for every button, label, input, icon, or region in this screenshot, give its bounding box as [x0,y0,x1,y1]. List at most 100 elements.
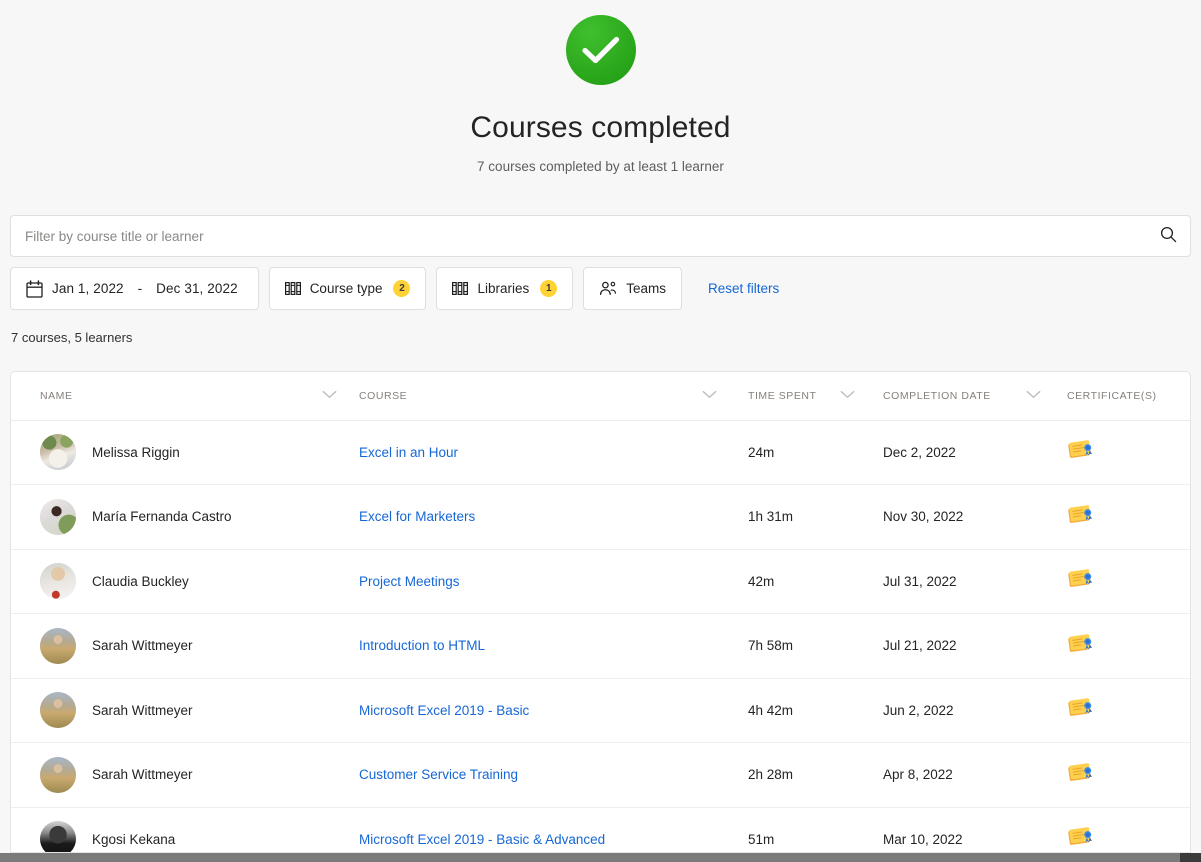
books-icon [284,281,301,296]
filter-bar: Jan 1, 2022 - Dec 31, 2022 Course type 2… [10,267,779,310]
table-header-row: NAME COURSE TIME SPENT COMPLETION DATE C… [11,372,1190,421]
course-type-filter-count: 2 [393,280,411,297]
chevron-down-icon[interactable] [322,390,337,402]
table-row[interactable]: Sarah Wittmeyer Introduction to HTML 7h … [11,613,1190,679]
cell-time-spent: 24m [729,420,867,485]
cell-name: Sarah Wittmeyer [11,613,349,679]
cell-time-spent: 51m [729,807,867,852]
teams-filter[interactable]: Teams [583,267,683,310]
cell-certificate [1053,807,1190,852]
certificate-icon[interactable] [1067,697,1095,719]
column-header-completion-date[interactable]: COMPLETION DATE [867,372,1053,421]
table-row[interactable]: Claudia Buckley Project Meetings 42m Jul… [11,549,1190,614]
course-type-filter[interactable]: Course type 2 [268,267,427,310]
cell-certificate [1053,678,1190,743]
cell-completion-date: Mar 10, 2022 [867,807,1053,852]
search-button[interactable] [1146,216,1190,256]
courses-table-card: NAME COURSE TIME SPENT COMPLETION DATE C… [10,371,1191,853]
table-row[interactable]: María Fernanda Castro Excel for Marketer… [11,484,1190,550]
people-icon [599,281,617,296]
page-title: Courses completed [470,111,731,144]
table-row[interactable]: Sarah Wittmeyer Microsoft Excel 2019 - B… [11,678,1190,743]
cell-time-spent: 1h 31m [729,484,867,550]
chevron-down-icon[interactable] [1026,390,1041,402]
certificate-icon[interactable] [1067,504,1095,526]
avatar [40,434,76,471]
cell-time-spent: 42m [729,549,867,614]
column-header-certificates: CERTIFICATE(S) [1053,372,1190,421]
cell-name: Sarah Wittmeyer [11,742,349,808]
column-header-time-spent-label: TIME SPENT [748,389,817,402]
horizontal-scrollbar[interactable] [0,853,1201,862]
libraries-filter-count: 1 [540,280,558,297]
courses-table: NAME COURSE TIME SPENT COMPLETION DATE C… [11,372,1190,852]
date-range-filter[interactable]: Jan 1, 2022 - Dec 31, 2022 [10,267,259,310]
search-input[interactable] [11,216,1146,256]
certificate-icon[interactable] [1067,633,1095,655]
table-row[interactable]: Kgosi Kekana Microsoft Excel 2019 - Basi… [11,807,1190,852]
cell-name: Melissa Riggin [11,420,349,485]
column-header-certificates-label: CERTIFICATE(S) [1067,389,1157,402]
column-header-name-label: NAME [40,389,73,402]
libraries-filter[interactable]: Libraries 1 [436,267,574,310]
courses-completed-page: Courses completed 7 courses completed by… [0,0,1201,862]
cell-time-spent: 2h 28m [729,742,867,808]
cell-name: Sarah Wittmeyer [11,678,349,743]
column-header-completion-date-label: COMPLETION DATE [883,389,991,402]
learner-name: Kgosi Kekana [92,831,176,847]
learner-name: Claudia Buckley [92,573,189,589]
avatar [40,756,76,793]
cell-name: María Fernanda Castro [11,484,349,550]
hero-section: Courses completed 7 courses completed by… [0,0,1201,174]
cell-course: Project Meetings [349,549,729,614]
cell-course: Excel in an Hour [349,420,729,485]
cell-completion-date: Nov 30, 2022 [867,484,1053,550]
certificate-icon[interactable] [1067,826,1095,848]
learner-name: Melissa Riggin [92,444,180,460]
cell-certificate [1053,742,1190,808]
table-row[interactable]: Sarah Wittmeyer Customer Service Trainin… [11,742,1190,808]
avatar [40,692,76,729]
cell-certificate [1053,420,1190,485]
page-subtitle: 7 courses completed by at least 1 learne… [477,159,724,174]
cell-course: Customer Service Training [349,742,729,808]
course-link[interactable]: Introduction to HTML [359,638,485,653]
learner-name: Sarah Wittmeyer [92,638,193,654]
cell-completion-date: Jul 31, 2022 [867,549,1053,614]
chevron-down-icon[interactable] [702,390,717,402]
course-link[interactable]: Excel in an Hour [359,445,458,460]
reset-filters-link[interactable]: Reset filters [708,281,779,296]
table-header: NAME COURSE TIME SPENT COMPLETION DATE C… [11,372,1190,421]
course-link[interactable]: Microsoft Excel 2019 - Basic [359,703,529,718]
column-header-name[interactable]: NAME [11,372,349,421]
learner-name: Sarah Wittmeyer [92,767,193,783]
cell-certificate [1053,549,1190,614]
cell-time-spent: 4h 42m [729,678,867,743]
date-range-end: Dec 31, 2022 [156,281,238,296]
table-body: Melissa Riggin Excel in an Hour 24m Dec … [11,420,1190,852]
column-header-course-label: COURSE [359,389,408,402]
results-summary: 7 courses, 5 learners [11,330,133,345]
certificate-icon[interactable] [1067,568,1095,590]
date-range-separator: - [137,281,143,296]
cell-time-spent: 7h 58m [729,613,867,679]
course-type-filter-label: Course type [309,281,383,296]
check-circle-icon [565,15,636,85]
horizontal-scrollbar-thumb[interactable] [0,853,1180,862]
table-row[interactable]: Melissa Riggin Excel in an Hour 24m Dec … [11,420,1190,485]
course-link[interactable]: Customer Service Training [359,767,518,782]
chevron-down-icon[interactable] [840,390,855,402]
search-bar[interactable] [10,215,1191,257]
column-header-time-spent[interactable]: TIME SPENT [729,372,867,421]
cell-name: Kgosi Kekana [11,807,349,852]
certificate-icon[interactable] [1067,762,1095,784]
course-link[interactable]: Project Meetings [359,574,460,589]
avatar [40,498,76,535]
column-header-course[interactable]: COURSE [349,372,729,421]
certificate-icon[interactable] [1067,439,1095,461]
course-link[interactable]: Microsoft Excel 2019 - Basic & Advanced [359,832,605,847]
teams-filter-label: Teams [626,281,667,296]
course-link[interactable]: Excel for Marketers [359,509,475,524]
cell-certificate [1053,613,1190,679]
cell-completion-date: Jul 21, 2022 [867,613,1053,679]
